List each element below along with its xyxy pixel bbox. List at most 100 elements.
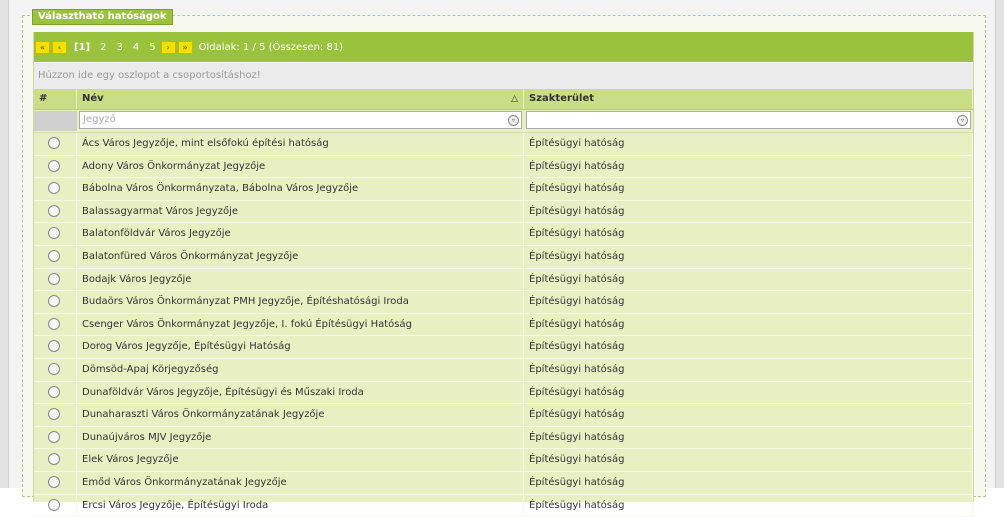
row-radio-button[interactable] <box>48 227 60 239</box>
table-row[interactable]: Ács Város Jegyzője, mint elsőfokú építés… <box>34 133 973 156</box>
row-area: Építésügyi hatóság <box>524 427 973 449</box>
row-name: Dömsöd-Apaj Körjegyzőség <box>77 359 524 381</box>
sort-asc-icon[interactable]: △ <box>511 89 518 109</box>
table-row[interactable]: Dunaharaszti Város Önkormányzatának Jegy… <box>34 404 973 427</box>
filter-icon[interactable]: ▿ <box>957 115 968 126</box>
row-select-cell <box>34 156 77 178</box>
row-radio-button[interactable] <box>48 386 60 398</box>
row-radio-button[interactable] <box>48 250 60 262</box>
header-area[interactable]: Szakterület <box>524 89 973 109</box>
table-row[interactable]: Csenger Város Önkormányzat Jegyzője, I. … <box>34 314 973 337</box>
table-row[interactable]: Emőd Város Önkormányzatának JegyzőjeÉpít… <box>34 472 973 495</box>
row-select-cell <box>34 246 77 268</box>
row-radio-button[interactable] <box>48 137 60 149</box>
page-background: Választható hatóságok « ‹ [1] 2 3 4 5 › … <box>0 0 1004 488</box>
row-area: Építésügyi hatóság <box>524 223 973 245</box>
row-radio-button[interactable] <box>48 453 60 465</box>
table-row[interactable]: Dorog Város Jegyzője, Építésügyi Hatóság… <box>34 336 973 359</box>
row-radio-button[interactable] <box>48 476 60 488</box>
table-row[interactable]: Bábolna Város Önkormányzata, Bábolna Vár… <box>34 178 973 201</box>
table-row[interactable]: Balatonföldvár Város JegyzőjeÉpítésügyi … <box>34 223 973 246</box>
row-radio-button[interactable] <box>48 205 60 217</box>
row-area: Építésügyi hatóság <box>524 156 973 178</box>
right-border <box>995 0 1004 488</box>
pager-info: Oldalak: 1 / 5 (Összesen: 81) <box>199 42 343 53</box>
table-row[interactable]: Ercsi Város Jegyzője, Építésügyi IrodaÉp… <box>34 495 973 517</box>
row-select-cell <box>34 427 77 449</box>
table-row[interactable]: Budaörs Város Önkormányzat PMH Jegyzője,… <box>34 291 973 314</box>
row-name: Bodajk Város Jegyzője <box>77 269 524 291</box>
row-select-cell <box>34 495 77 517</box>
row-name: Budaörs Város Önkormányzat PMH Jegyzője,… <box>77 291 524 313</box>
row-select-cell <box>34 201 77 223</box>
page-1-link[interactable]: [1] <box>74 42 90 53</box>
row-name: Csenger Város Önkormányzat Jegyzője, I. … <box>77 314 524 336</box>
row-area: Építésügyi hatóság <box>524 359 973 381</box>
row-area: Építésügyi hatóság <box>524 449 973 471</box>
row-radio-button[interactable] <box>48 273 60 285</box>
header-hash: # <box>34 89 77 109</box>
name-filter-input[interactable]: Jegyző ▿ <box>79 111 522 129</box>
row-name: Dunaújváros MJV Jegyzője <box>77 427 524 449</box>
group-panel[interactable]: Húzzon ide egy oszlopot a csoportosításh… <box>34 62 973 89</box>
first-page-button[interactable]: « <box>35 41 50 54</box>
row-radio-button[interactable] <box>48 363 60 375</box>
table-row[interactable]: Dunaföldvár Város Jegyzője, Építésügyi é… <box>34 382 973 405</box>
row-select-cell <box>34 223 77 245</box>
name-filter-value: Jegyző <box>83 114 116 125</box>
filter-icon[interactable]: ▿ <box>508 115 519 126</box>
row-radio-button[interactable] <box>48 340 60 352</box>
table-row[interactable]: Balatonfüred Város Önkormányzat Jegyzője… <box>34 246 973 269</box>
row-select-cell <box>34 472 77 494</box>
row-radio-button[interactable] <box>48 499 60 511</box>
row-radio-button[interactable] <box>48 318 60 330</box>
prev-page-button[interactable]: ‹ <box>52 41 67 54</box>
row-name: Adony Város Önkormányzat Jegyzője <box>77 156 524 178</box>
header-name-label: Név <box>82 93 104 104</box>
row-select-cell <box>34 404 77 426</box>
filter-name-cell: Jegyző ▿ <box>77 110 524 132</box>
filter-area-cell: ▿ <box>524 110 973 132</box>
row-radio-button[interactable] <box>48 182 60 194</box>
row-area: Építésügyi hatóság <box>524 404 973 426</box>
table-row[interactable]: Dunaújváros MJV JegyzőjeÉpítésügyi hatós… <box>34 427 973 450</box>
header-row: # Név △ Szakterület <box>34 89 973 110</box>
row-name: Dorog Város Jegyzője, Építésügyi Hatóság <box>77 336 524 358</box>
last-page-button[interactable]: » <box>178 41 193 54</box>
row-radio-button[interactable] <box>48 160 60 172</box>
table-row[interactable]: Bodajk Város JegyzőjeÉpítésügyi hatóság <box>34 269 973 292</box>
row-name: Balatonfüred Város Önkormányzat Jegyzője <box>77 246 524 268</box>
header-name[interactable]: Név △ <box>77 89 524 109</box>
row-select-cell <box>34 336 77 358</box>
row-name: Elek Város Jegyzője <box>77 449 524 471</box>
row-area: Építésügyi hatóság <box>524 201 973 223</box>
filter-empty-cell <box>34 111 77 131</box>
row-name: Ács Város Jegyzője, mint elsőfokú építés… <box>77 133 524 155</box>
table-row[interactable]: Elek Város JegyzőjeÉpítésügyi hatóság <box>34 449 973 472</box>
row-area: Építésügyi hatóság <box>524 291 973 313</box>
row-area: Építésügyi hatóság <box>524 246 973 268</box>
row-area: Építésügyi hatóság <box>524 314 973 336</box>
row-radio-button[interactable] <box>48 408 60 420</box>
table-row[interactable]: Dömsöd-Apaj KörjegyzőségÉpítésügyi hatós… <box>34 359 973 382</box>
row-area: Építésügyi hatóság <box>524 472 973 494</box>
row-area: Építésügyi hatóság <box>524 269 973 291</box>
row-select-cell <box>34 291 77 313</box>
table-row[interactable]: Adony Város Önkormányzat JegyzőjeÉpítésü… <box>34 156 973 179</box>
row-select-cell <box>34 449 77 471</box>
page-5-link[interactable]: 5 <box>149 42 155 53</box>
table-row[interactable]: Balassagyarmat Város JegyzőjeÉpítésügyi … <box>34 201 973 224</box>
row-name: Balassagyarmat Város Jegyzője <box>77 201 524 223</box>
area-filter-input[interactable]: ▿ <box>526 111 971 129</box>
left-border <box>0 0 9 488</box>
row-radio-button[interactable] <box>48 295 60 307</box>
row-radio-button[interactable] <box>48 431 60 443</box>
row-area: Építésügyi hatóság <box>524 336 973 358</box>
page-2-link[interactable]: 2 <box>100 42 106 53</box>
page-4-link[interactable]: 4 <box>133 42 139 53</box>
row-select-cell <box>34 359 77 381</box>
page-3-link[interactable]: 3 <box>116 42 122 53</box>
row-select-cell <box>34 133 77 155</box>
next-page-button[interactable]: › <box>161 41 176 54</box>
row-name: Dunaföldvár Város Jegyzője, Építésügyi é… <box>77 382 524 404</box>
